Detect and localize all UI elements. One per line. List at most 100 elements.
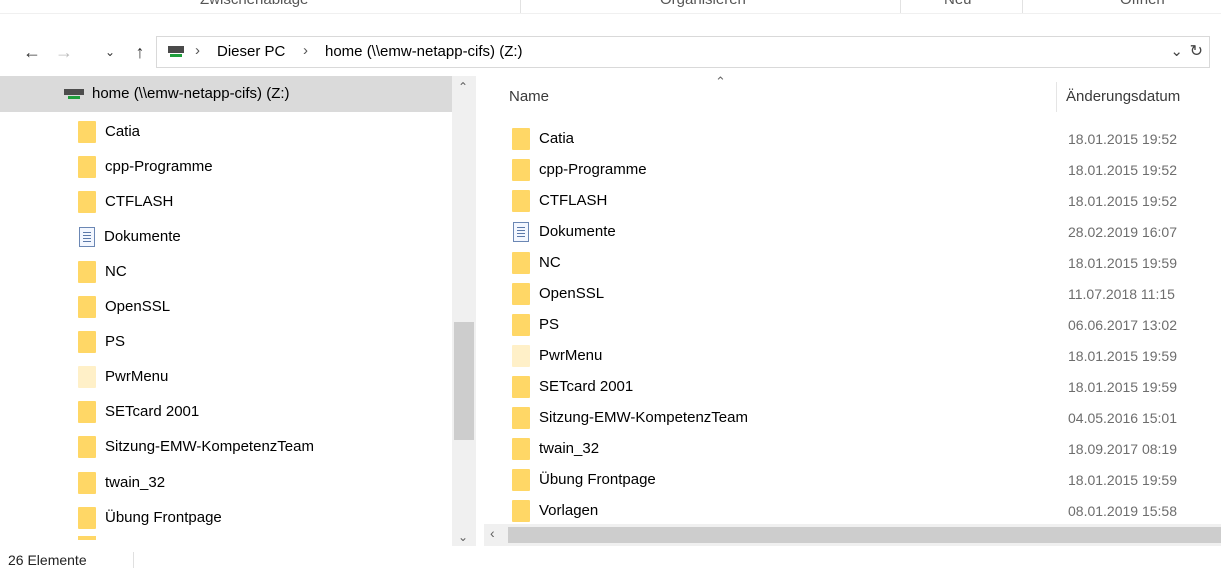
- tree-item-sitzung-emw-kompetenzteam[interactable]: Sitzung-EMW-KompetenzTeam: [78, 429, 314, 464]
- tree-item-label: PwrMenu: [105, 368, 169, 385]
- folder-icon: [78, 400, 96, 423]
- list-item-uebung-frontpage[interactable]: Übung Frontpage 18.01.2015 19:59: [484, 464, 1221, 495]
- folder-icon: [512, 158, 530, 181]
- file-date: 18.01.2015 19:59: [1068, 347, 1177, 364]
- up-button[interactable]: ↑: [128, 38, 152, 66]
- ribbon-divider: [520, 0, 521, 13]
- tree-item-label: OpenSSL: [105, 298, 171, 315]
- tree-item-label: Übung Frontpage: [105, 509, 222, 526]
- tree-item-twain-32[interactable]: twain_32: [78, 465, 165, 500]
- list-item-nc[interactable]: NC 18.01.2015 19:59: [484, 247, 1221, 278]
- tree-item-uebung-frontpage[interactable]: Übung Frontpage: [78, 500, 222, 535]
- breadcrumb-home-drive[interactable]: home (\\emw-netapp-cifs) (Z:): [325, 43, 523, 60]
- folder-icon: [78, 330, 96, 353]
- file-name: Catia: [539, 130, 575, 147]
- scroll-down-icon[interactable]: ⌄: [458, 530, 468, 544]
- list-item-setcard-2001[interactable]: SETcard 2001 18.01.2015 19:59: [484, 371, 1221, 402]
- list-item-catia[interactable]: Catia 18.01.2015 19:52: [484, 123, 1221, 154]
- tree-item-label: home (\\emw-netapp-cifs) (Z:): [92, 85, 290, 102]
- file-name: PS: [539, 316, 560, 333]
- list-item-vorlagen[interactable]: Vorlagen 08.01.2019 15:58: [484, 495, 1221, 526]
- file-date: 04.05.2016 15:01: [1068, 409, 1177, 426]
- scroll-left-icon[interactable]: ‹: [490, 525, 495, 541]
- network-drive-icon: [64, 88, 84, 99]
- breadcrumb-separator-icon: ›: [195, 42, 200, 59]
- tree-item-nc[interactable]: NC: [78, 254, 127, 289]
- tree-item-home-drive[interactable]: home (\\emw-netapp-cifs) (Z:): [0, 76, 452, 112]
- tree-item-setcard-2001[interactable]: SETcard 2001: [78, 394, 199, 429]
- hidden-folder-icon: [78, 365, 96, 388]
- folder-icon: [78, 120, 96, 143]
- address-row: ← → ⌄ ↑ › Dieser PC › home (\\emw-netapp…: [0, 30, 1221, 74]
- folder-icon: [78, 536, 96, 540]
- folder-icon: [512, 437, 530, 460]
- forward-button[interactable]: →: [50, 38, 78, 66]
- ribbon-group-labels: Zwischenablage Organisieren Neu Öffnen: [0, 0, 1221, 14]
- address-dropdown-icon[interactable]: ⌄: [1170, 42, 1183, 60]
- arrow-up-icon: ↑: [135, 41, 145, 62]
- tree-item-label: cpp-Programme: [105, 158, 213, 175]
- folder-icon: [512, 468, 530, 491]
- tree-item-pwrmenu[interactable]: PwrMenu: [78, 359, 168, 394]
- folder-icon: [512, 375, 530, 398]
- file-date: 11.07.2018 11:15: [1068, 285, 1175, 302]
- list-item-ctflash[interactable]: CTFLASH 18.01.2015 19:52: [484, 185, 1221, 216]
- file-date: 18.01.2015 19:59: [1068, 471, 1177, 488]
- recent-locations-button[interactable]: ⌄: [100, 38, 120, 66]
- file-name: NC: [539, 254, 561, 271]
- folder-icon: [512, 499, 530, 522]
- folder-icon: [78, 260, 96, 283]
- list-item-dokumente[interactable]: Dokumente 28.02.2019 16:07: [484, 216, 1221, 247]
- file-name: SETcard 2001: [539, 378, 634, 395]
- file-list-horizontal-scrollbar[interactable]: ‹: [484, 524, 1221, 546]
- folder-icon: [512, 251, 530, 274]
- file-date: 18.09.2017 08:19: [1068, 440, 1177, 457]
- file-date: 18.01.2015 19:52: [1068, 161, 1177, 178]
- file-name: Dokumente: [539, 223, 616, 240]
- ribbon-divider: [1022, 0, 1023, 13]
- folder-icon: [512, 313, 530, 336]
- scroll-up-icon[interactable]: ⌃: [458, 80, 468, 94]
- list-item-twain-32[interactable]: twain_32 18.09.2017 08:19: [484, 433, 1221, 464]
- list-item-cpp-programme[interactable]: cpp-Programme 18.01.2015 19:52: [484, 154, 1221, 185]
- list-item-pwrmenu[interactable]: PwrMenu 18.01.2015 19:59: [484, 340, 1221, 371]
- breadcrumb-this-pc[interactable]: Dieser PC: [217, 43, 285, 60]
- back-button[interactable]: ←: [18, 38, 46, 66]
- address-bar[interactable]: › Dieser PC › home (\\emw-netapp-cifs) (…: [156, 36, 1210, 68]
- file-name: CTFLASH: [539, 192, 608, 209]
- folder-icon: [78, 435, 96, 458]
- scrollbar-thumb[interactable]: [508, 527, 1221, 543]
- folder-icon: [78, 471, 96, 494]
- tree-item-ctflash[interactable]: CTFLASH: [78, 184, 173, 219]
- list-item-openssl[interactable]: OpenSSL 11.07.2018 11:15: [484, 278, 1221, 309]
- scrollbar-thumb[interactable]: [454, 322, 474, 440]
- tree-item-dokumente[interactable]: Dokumente: [79, 219, 181, 254]
- refresh-icon[interactable]: ↻: [1190, 41, 1203, 61]
- ribbon-group-clipboard: Zwischenablage: [200, 0, 308, 8]
- folder-icon: [512, 189, 530, 212]
- file-name: Sitzung-EMW-KompetenzTeam: [539, 409, 748, 426]
- list-item-sitzung-emw-kompetenzteam[interactable]: Sitzung-EMW-KompetenzTeam 04.05.2016 15:…: [484, 402, 1221, 433]
- tree-item-cpp-programme[interactable]: cpp-Programme: [78, 149, 213, 184]
- tree-item-ps[interactable]: PS: [78, 324, 125, 359]
- column-divider[interactable]: [1056, 82, 1057, 112]
- list-item-ps[interactable]: PS 06.06.2017 13:02: [484, 309, 1221, 340]
- folder-icon: [78, 295, 96, 318]
- ribbon-group-new: Neu: [944, 0, 972, 8]
- tree-item-label: twain_32: [105, 474, 166, 491]
- ribbon-divider: [900, 0, 901, 13]
- file-name: twain_32: [539, 440, 600, 457]
- folder-icon: [512, 282, 530, 305]
- tree-item-openssl[interactable]: OpenSSL: [78, 289, 170, 324]
- tree-item-label: SETcard 2001: [105, 403, 200, 420]
- file-list: ⌃ Name Änderungsdatum Catia 18.01.2015 1…: [484, 76, 1221, 540]
- navigation-pane-scrollbar[interactable]: ⌃ ⌄: [452, 76, 476, 546]
- file-name: OpenSSL: [539, 285, 605, 302]
- tree-item-label: NC: [105, 263, 127, 280]
- file-date: 08.01.2019 15:58: [1068, 502, 1177, 519]
- tree-item-catia[interactable]: Catia: [78, 114, 140, 149]
- file-date: 18.01.2015 19:52: [1068, 192, 1177, 209]
- tree-item-label: PS: [105, 333, 126, 350]
- navigation-pane: home (\\emw-netapp-cifs) (Z:) Catia cpp-…: [0, 76, 476, 540]
- breadcrumb-separator-icon: ›: [303, 42, 308, 59]
